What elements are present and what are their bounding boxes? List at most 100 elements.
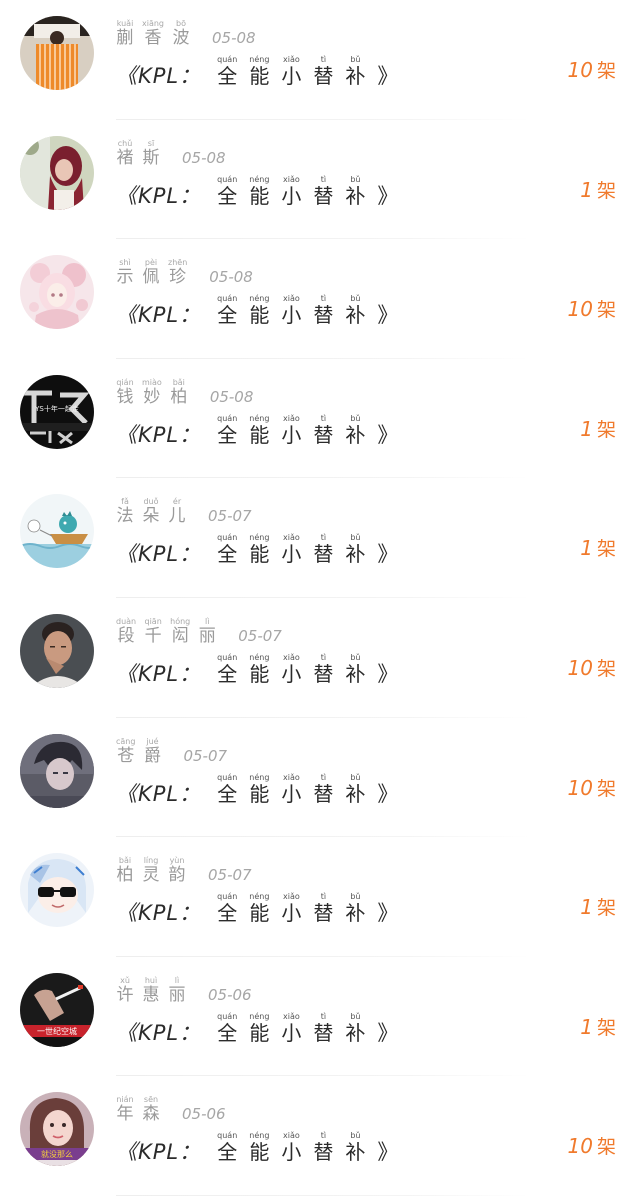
avatar[interactable] — [20, 16, 94, 90]
title-character: quán 全 — [217, 1131, 237, 1164]
title-text: quán 全 néng 能 xiǎo 小 tì 替 bǔ 补 — [217, 653, 377, 686]
avatar[interactable]: YS十年一起走 — [20, 374, 94, 449]
gift-count: 1架 — [580, 1013, 616, 1040]
title-character: bǔ 补 — [345, 1131, 365, 1164]
pinyin: xiāng — [142, 19, 165, 28]
gift-count-unit: 架 — [596, 60, 616, 82]
pinyin: bǔ — [350, 652, 361, 662]
hanzi: 补 — [345, 542, 366, 567]
hanzi: 小 — [281, 542, 302, 567]
user-name-line: shì 示 pèi 佩 zhēn 珍 05-08 — [116, 257, 253, 287]
user-name[interactable]: qián 钱 miào 妙 bǎi 柏 — [116, 378, 196, 407]
user-name[interactable]: kuǎi 蒯 xiāng 香 bō 波 — [116, 19, 198, 48]
hanzi: 全 — [217, 542, 238, 567]
avatar[interactable] — [20, 494, 94, 569]
gift-count-number: 1 — [580, 895, 593, 920]
hanzi: 斯 — [142, 147, 160, 168]
list-item[interactable]: fǎ 法 duǒ 朵 ér 儿 05-07 《KPL： quán 全 néng 能 xiǎo 小 tì 替 bǔ… — [0, 478, 640, 598]
pinyin: quán — [217, 55, 238, 64]
pinyin: bǔ — [350, 1011, 361, 1021]
hanzi: 补 — [345, 661, 366, 686]
pinyin: xiǎo — [283, 892, 300, 902]
title-character: bǔ 补 — [345, 294, 365, 327]
name-character: bǎi 柏 — [170, 378, 188, 407]
timestamp: 05-08 — [209, 387, 254, 406]
user-name[interactable]: nián 年 sēn 森 — [116, 1095, 168, 1124]
title-character: bǔ 补 — [345, 892, 365, 925]
user-name[interactable]: bǎi 柏 líng 灵 yùn 韵 — [116, 856, 194, 885]
hanzi: 全 — [217, 661, 238, 686]
user-name[interactable]: xǔ 许 huì 惠 lì 丽 — [116, 976, 194, 1005]
pinyin: néng — [249, 174, 270, 184]
title-character: néng 能 — [249, 414, 269, 447]
list-item[interactable]: 就没那么 nián 年 sēn 森 05-06 《KPL： quán 全 néng 能 xiǎo 小 tì… — [0, 1076, 640, 1196]
list-item[interactable]: 一世纪空城 xǔ 许 huì 惠 lì 丽 05-06 《KPL： quán 全 néng 能 xiǎo 小… — [0, 957, 640, 1077]
title-character: tì 替 — [313, 1012, 333, 1045]
list-item[interactable]: YS十年一起走 qián 钱 miào 妙 bǎi 柏 05-08 《KPL： quán 全 néng… — [0, 359, 640, 479]
title-suffix: 》 — [377, 661, 399, 686]
pinyin: miào — [142, 377, 162, 387]
user-name[interactable]: shì 示 pèi 佩 zhēn 珍 — [116, 258, 195, 287]
user-name[interactable]: duàn 段 qiān 千 hóng 闳 lì 丽 — [116, 617, 224, 646]
user-name[interactable]: cāng 苍 jué 爵 — [116, 737, 169, 766]
avatar[interactable]: 一世纪空城 — [20, 972, 94, 1047]
title-character: tì 替 — [313, 414, 333, 447]
list-item[interactable]: duàn 段 qiān 千 hóng 闳 lì 丽 05-07 《KPL： quán 全 néng 能 xi… — [0, 598, 640, 718]
hanzi: 补 — [345, 64, 366, 88]
hanzi: 小 — [281, 1020, 302, 1045]
hanzi: 爵 — [143, 745, 161, 766]
hanzi: 苍 — [117, 745, 135, 766]
list-item[interactable]: chǔ 褚 sī 斯 05-08 《KPL： quán 全 néng 能 xiǎo 小 tì 替 bǔ 补》 1… — [0, 120, 640, 240]
pinyin: bǔ — [350, 533, 361, 543]
pinyin: shì — [119, 258, 131, 268]
name-character: huì 惠 — [142, 976, 160, 1005]
pinyin: quán — [217, 413, 238, 423]
title-suffix: 》 — [377, 1140, 399, 1165]
pinyin: xiǎo — [283, 174, 300, 184]
avatar[interactable] — [20, 853, 94, 928]
avatar[interactable] — [20, 135, 94, 210]
pinyin: xiǎo — [283, 1131, 300, 1141]
title-character: xiǎo 小 — [281, 773, 301, 806]
pinyin: tì — [320, 1131, 327, 1141]
name-character: kuǎi 蒯 — [116, 19, 134, 48]
list-item[interactable]: shì 示 pèi 佩 zhēn 珍 05-08 《KPL： quán 全 néng 能 xiǎo 小 tì… — [0, 239, 640, 359]
hanzi: 替 — [313, 303, 334, 328]
list-item[interactable]: cāng 苍 jué 爵 05-07 《KPL： quán 全 néng 能 xiǎo 小 tì 替 bǔ 补… — [0, 718, 640, 838]
gift-count-unit: 架 — [596, 538, 616, 561]
gift-count: 10 架 — [568, 774, 616, 801]
pinyin: tì — [320, 174, 327, 184]
gift-title: 《KPL： quán 全 néng 能 xiǎo 小 tì 替 bǔ 补》 — [116, 530, 398, 566]
hanzi: 全 — [217, 781, 238, 806]
hanzi: 佩 — [142, 267, 160, 288]
pinyin: quán — [217, 1131, 238, 1141]
avatar[interactable] — [20, 613, 94, 688]
title-character: xiǎo 小 — [281, 175, 301, 208]
gift-count: 1架 — [580, 534, 616, 561]
title-character: xiǎo 小 — [281, 653, 301, 686]
title-text: quán 全 néng 能 xiǎo 小 tì 替 bǔ 补 — [217, 1012, 377, 1045]
pinyin: bǔ — [350, 892, 361, 902]
title-character: quán 全 — [217, 1012, 237, 1045]
title-prefix: 《KPL： — [116, 781, 202, 806]
gift-count: 10 架 — [568, 1132, 616, 1159]
avatar[interactable] — [20, 733, 94, 808]
title-prefix: 《KPL： — [116, 422, 202, 447]
list-item[interactable]: bǎi 柏 líng 灵 yùn 韵 05-07 《KPL： quán 全 néng 能 xiǎo 小 tì… — [0, 837, 640, 957]
pinyin: ér — [172, 497, 182, 507]
pinyin: xiǎo — [283, 1011, 300, 1021]
user-name[interactable]: fǎ 法 duǒ 朵 ér 儿 — [116, 497, 194, 526]
pinyin: tì — [320, 772, 327, 782]
title-character: bǔ 补 — [345, 414, 365, 447]
gift-count-number: 1 — [580, 1014, 593, 1039]
pinyin: quán — [217, 174, 238, 184]
gift-count: 10 架 — [568, 56, 616, 83]
pinyin: tì — [320, 413, 327, 423]
user-name[interactable]: chǔ 褚 sī 斯 — [116, 139, 168, 168]
hanzi: 能 — [249, 1020, 270, 1045]
avatar[interactable]: 就没那么 — [20, 1092, 94, 1167]
list-item[interactable]: kuǎi 蒯 xiāng 香 bō 波 05-08 《KPL： quán 全 néng 能 xiǎo 小 t… — [0, 0, 640, 120]
gift-title: 《KPL： quán 全 néng 能 xiǎo 小 tì 替 bǔ 补》 — [116, 411, 398, 447]
pinyin: sī — [147, 138, 155, 148]
avatar[interactable] — [20, 255, 94, 330]
